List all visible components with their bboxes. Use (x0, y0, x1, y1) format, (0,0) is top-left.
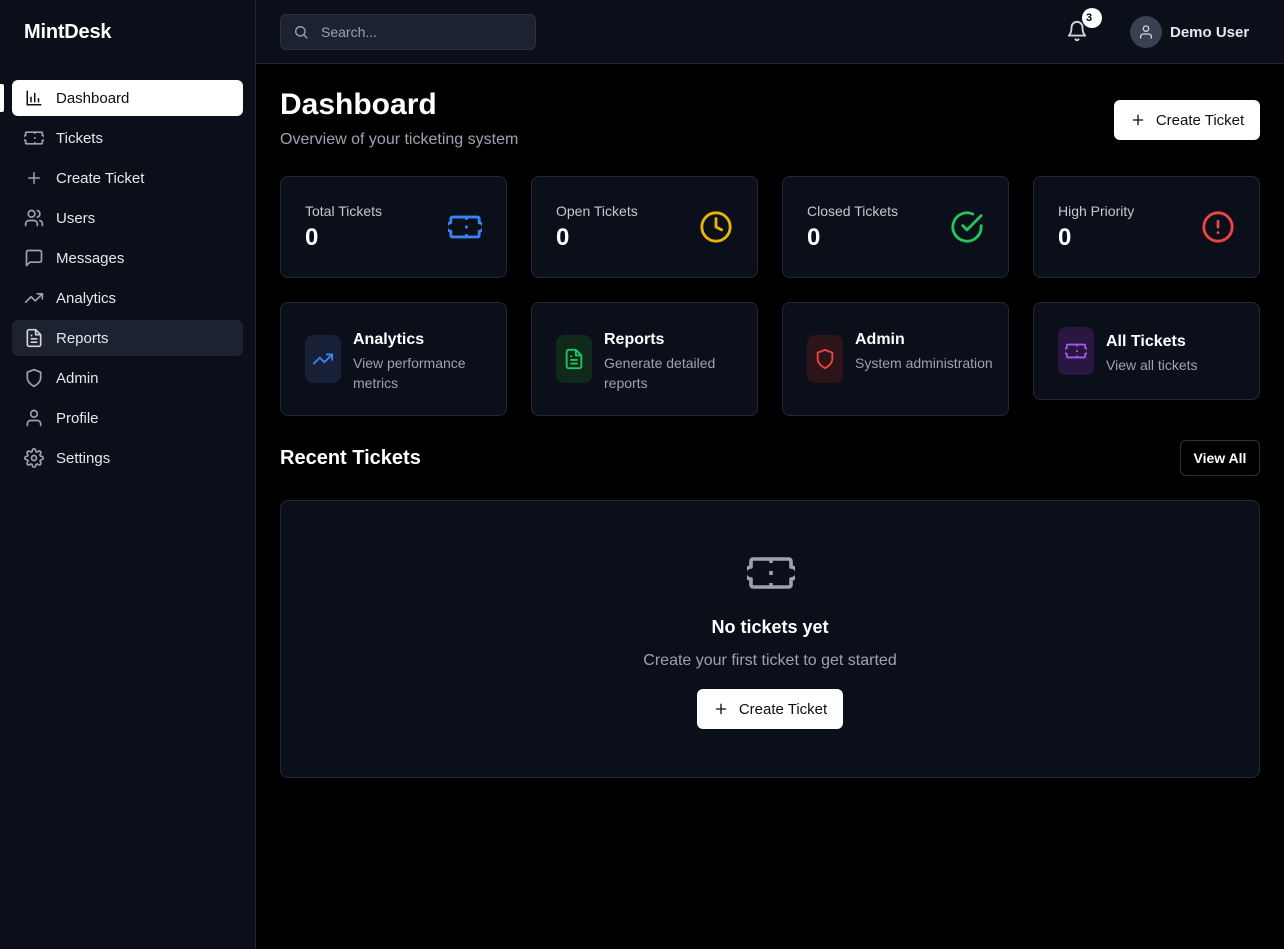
file-text-icon (556, 335, 592, 383)
recent-tickets-title: Recent Tickets (280, 447, 421, 469)
file-text-icon (24, 328, 44, 348)
stat-label: Open Tickets (556, 203, 638, 219)
shield-icon (24, 368, 44, 388)
sidebar-item-reports[interactable]: Reports (12, 320, 243, 356)
quick-link-description: Generate detailed reports (604, 355, 716, 391)
sidebar-item-dashboard[interactable]: Dashboard (12, 80, 243, 116)
stat-card-total: Total Tickets 0 (280, 176, 507, 278)
sidebar-item-label: Analytics (56, 289, 117, 307)
create-first-ticket-button[interactable]: Create Ticket (697, 689, 843, 729)
shield-icon (807, 335, 843, 383)
user-icon (24, 408, 44, 428)
sidebar-item-admin[interactable]: Admin (12, 360, 243, 396)
ticket-icon (743, 553, 799, 593)
quick-link-title: Admin (855, 331, 905, 348)
app-brand: MintDesk (24, 21, 112, 43)
sidebar-item-settings[interactable]: Settings (12, 440, 243, 476)
trending-up-icon (24, 288, 44, 308)
sidebar-item-label: Tickets (56, 129, 103, 147)
quick-link-admin[interactable]: Admin System administration (782, 302, 1009, 416)
search-input[interactable] (321, 24, 521, 40)
search-box[interactable] (280, 14, 536, 50)
active-indicator (0, 84, 4, 112)
ticket-icon (1058, 327, 1094, 375)
empty-subtitle: Create your first ticket to get started (643, 652, 897, 669)
clock-icon (699, 210, 733, 244)
quick-link-all-tickets[interactable]: All Tickets View all tickets (1033, 302, 1260, 400)
notification-badge: 3 (1082, 8, 1102, 28)
sidebar-item-label: Dashboard (56, 89, 130, 107)
sidebar: MintDesk Dashboard Tickets Create Ticket… (0, 0, 256, 949)
sidebar-item-profile[interactable]: Profile (12, 400, 243, 436)
message-square-icon (24, 248, 44, 268)
stat-card-open: Open Tickets 0 (531, 176, 758, 278)
plus-icon (1130, 112, 1146, 128)
alert-circle-icon (1201, 210, 1235, 244)
stat-value: 0 (556, 224, 570, 251)
sidebar-item-label: Profile (56, 409, 99, 427)
sidebar-item-label: Create Ticket (56, 169, 145, 187)
gear-icon (24, 448, 44, 468)
quick-link-description: System administration (855, 355, 993, 371)
plus-icon (713, 701, 729, 717)
stat-label: Closed Tickets (807, 203, 899, 219)
sidebar-item-label: Settings (56, 449, 111, 467)
view-all-button[interactable]: View All (1180, 440, 1260, 476)
topbar: 3 Demo User (256, 0, 1284, 64)
stat-label: Total Tickets (305, 203, 383, 219)
page-title: Dashboard (280, 88, 437, 121)
stat-value: 0 (807, 224, 821, 251)
bar-chart-icon (24, 88, 44, 108)
stat-card-high-priority: High Priority 0 (1033, 176, 1260, 278)
quick-link-description: View all tickets (1106, 357, 1198, 373)
user-icon (1140, 25, 1152, 39)
stat-card-closed: Closed Tickets 0 (782, 176, 1009, 278)
ticket-icon (24, 128, 44, 148)
search-icon (293, 24, 309, 40)
page-subtitle: Overview of your ticketing system (280, 131, 519, 148)
quick-link-title: All Tickets (1106, 333, 1186, 350)
avatar (1130, 16, 1162, 48)
stat-value: 0 (305, 224, 319, 251)
quick-link-description: View performance metrics (353, 355, 466, 391)
quick-link-title: Reports (604, 331, 665, 348)
quick-link-reports[interactable]: Reports Generate detailed reports (531, 302, 758, 416)
sidebar-item-label: Reports (56, 329, 109, 347)
sidebar-item-messages[interactable]: Messages (12, 240, 243, 276)
sidebar-nav: Dashboard Tickets Create Ticket Users Me… (12, 80, 243, 480)
stat-label: High Priority (1058, 203, 1135, 219)
sidebar-item-analytics[interactable]: Analytics (12, 280, 243, 316)
sidebar-item-label: Users (56, 209, 96, 227)
sidebar-item-label: Admin (56, 369, 99, 387)
create-ticket-button[interactable]: Create Ticket (1114, 100, 1260, 140)
user-name: Demo User (1170, 23, 1250, 41)
stat-value: 0 (1058, 224, 1072, 251)
check-circle-icon (950, 210, 984, 244)
users-icon (24, 208, 44, 228)
sidebar-item-label: Messages (56, 249, 125, 267)
plus-icon (24, 168, 44, 188)
quick-link-analytics[interactable]: Analytics View performance metrics (280, 302, 507, 416)
button-label: Create Ticket (1155, 111, 1245, 129)
ticket-icon (445, 210, 485, 244)
recent-tickets-empty-state: No tickets yet Create your first ticket … (280, 500, 1260, 778)
button-label: Create Ticket (738, 700, 828, 718)
user-menu[interactable]: Demo User (1130, 16, 1249, 48)
sidebar-item-create-ticket[interactable]: Create Ticket (12, 160, 243, 196)
quick-link-title: Analytics (353, 331, 425, 348)
trending-up-icon (305, 335, 341, 383)
sidebar-item-tickets[interactable]: Tickets (12, 120, 243, 156)
sidebar-item-users[interactable]: Users (12, 200, 243, 236)
empty-title: No tickets yet (711, 617, 829, 637)
